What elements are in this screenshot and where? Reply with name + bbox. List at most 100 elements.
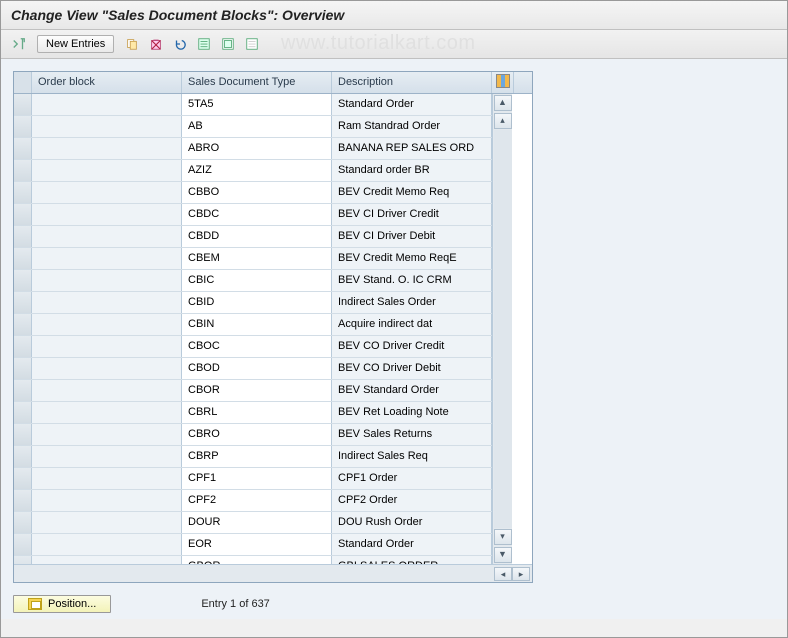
cell-doc-type[interactable]: ABRO	[182, 138, 332, 159]
row-selector[interactable]	[14, 204, 32, 225]
configure-columns-button[interactable]	[492, 72, 514, 93]
scroll-down-step-icon[interactable]: ▾	[494, 529, 512, 545]
cell-doc-type[interactable]: GBOR	[182, 556, 332, 564]
cell-description[interactable]: Indirect Sales Req	[332, 446, 492, 467]
cell-description[interactable]: Standard order BR	[332, 160, 492, 181]
row-selector[interactable]	[14, 402, 32, 423]
cell-doc-type[interactable]: CPF1	[182, 468, 332, 489]
new-entries-button[interactable]: New Entries	[37, 35, 114, 53]
cell-order-block[interactable]	[32, 94, 182, 115]
cell-description[interactable]: BEV Stand. O. IC CRM	[332, 270, 492, 291]
cell-order-block[interactable]	[32, 446, 182, 467]
row-selector[interactable]	[14, 314, 32, 335]
cell-doc-type[interactable]: CBOC	[182, 336, 332, 357]
cell-doc-type[interactable]: CPF2	[182, 490, 332, 511]
cell-description[interactable]: Ram Standrad Order	[332, 116, 492, 137]
cell-order-block[interactable]	[32, 292, 182, 313]
cell-order-block[interactable]	[32, 314, 182, 335]
row-selector[interactable]	[14, 336, 32, 357]
row-selector[interactable]	[14, 468, 32, 489]
cell-description[interactable]: CPF2 Order	[332, 490, 492, 511]
cell-description[interactable]: BEV Credit Memo Req	[332, 182, 492, 203]
row-selector[interactable]	[14, 556, 32, 564]
row-selector[interactable]	[14, 94, 32, 115]
cell-doc-type[interactable]: CBBO	[182, 182, 332, 203]
cell-doc-type[interactable]: CBIC	[182, 270, 332, 291]
cell-description[interactable]: BANANA REP SALES ORD	[332, 138, 492, 159]
cell-doc-type[interactable]: CBIN	[182, 314, 332, 335]
cell-description[interactable]: BEV Standard Order	[332, 380, 492, 401]
deselect-all-icon[interactable]	[242, 34, 262, 54]
horizontal-scrollbar[interactable]: ◂ ▸	[14, 564, 532, 582]
undo-icon[interactable]	[170, 34, 190, 54]
scroll-track[interactable]	[494, 130, 512, 528]
row-selector[interactable]	[14, 248, 32, 269]
cell-description[interactable]: DOU Rush Order	[332, 512, 492, 533]
row-selector[interactable]	[14, 292, 32, 313]
col-header-order-block[interactable]: Order block	[32, 72, 182, 93]
row-selector[interactable]	[14, 424, 32, 445]
row-selector[interactable]	[14, 512, 32, 533]
cell-doc-type[interactable]: DOUR	[182, 512, 332, 533]
cell-order-block[interactable]	[32, 204, 182, 225]
cell-order-block[interactable]	[32, 534, 182, 555]
cell-doc-type[interactable]: CBDC	[182, 204, 332, 225]
vertical-scrollbar[interactable]: ▲ ▴ ▾ ▼	[492, 94, 512, 564]
cell-description[interactable]: BEV CO Driver Debit	[332, 358, 492, 379]
cell-doc-type[interactable]: CBRO	[182, 424, 332, 445]
cell-order-block[interactable]	[32, 490, 182, 511]
cell-description[interactable]: BEV CI Driver Credit	[332, 204, 492, 225]
cell-order-block[interactable]	[32, 424, 182, 445]
cell-doc-type[interactable]: CBOD	[182, 358, 332, 379]
cell-order-block[interactable]	[32, 468, 182, 489]
select-all-header[interactable]	[14, 72, 32, 93]
row-selector[interactable]	[14, 226, 32, 247]
cell-doc-type[interactable]: AZIZ	[182, 160, 332, 181]
copy-icon[interactable]	[122, 34, 142, 54]
cell-doc-type[interactable]: CBID	[182, 292, 332, 313]
cell-order-block[interactable]	[32, 226, 182, 247]
cell-description[interactable]: BEV Credit Memo ReqE	[332, 248, 492, 269]
cell-description[interactable]: BEV Sales Returns	[332, 424, 492, 445]
cell-description[interactable]: Standard Order	[332, 534, 492, 555]
cell-description[interactable]: BEV Ret Loading Note	[332, 402, 492, 423]
row-selector[interactable]	[14, 380, 32, 401]
cell-order-block[interactable]	[32, 402, 182, 423]
cell-doc-type[interactable]: AB	[182, 116, 332, 137]
cell-description[interactable]: Indirect Sales Order	[332, 292, 492, 313]
cell-description[interactable]: BEV CO Driver Credit	[332, 336, 492, 357]
cell-description[interactable]: BEV CI Driver Debit	[332, 226, 492, 247]
cell-order-block[interactable]	[32, 138, 182, 159]
toggle-display-icon[interactable]	[9, 34, 29, 54]
cell-description[interactable]: CPF1 Order	[332, 468, 492, 489]
cell-order-block[interactable]	[32, 380, 182, 401]
scroll-up-step-icon[interactable]: ▴	[494, 113, 512, 129]
cell-order-block[interactable]	[32, 512, 182, 533]
cell-order-block[interactable]	[32, 270, 182, 291]
scroll-up-icon[interactable]: ▲	[494, 95, 512, 111]
row-selector[interactable]	[14, 138, 32, 159]
row-selector[interactable]	[14, 358, 32, 379]
cell-description[interactable]: GBI SALES ORDER	[332, 556, 492, 564]
cell-doc-type[interactable]: CBRP	[182, 446, 332, 467]
cell-order-block[interactable]	[32, 358, 182, 379]
select-all-icon[interactable]	[194, 34, 214, 54]
cell-doc-type[interactable]: CBRL	[182, 402, 332, 423]
cell-order-block[interactable]	[32, 116, 182, 137]
scroll-right-icon[interactable]: ▸	[512, 567, 530, 581]
row-selector[interactable]	[14, 534, 32, 555]
row-selector[interactable]	[14, 116, 32, 137]
cell-doc-type[interactable]: 5TA5	[182, 94, 332, 115]
cell-order-block[interactable]	[32, 160, 182, 181]
row-selector[interactable]	[14, 490, 32, 511]
cell-description[interactable]: Standard Order	[332, 94, 492, 115]
cell-order-block[interactable]	[32, 248, 182, 269]
cell-order-block[interactable]	[32, 182, 182, 203]
cell-doc-type[interactable]: CBDD	[182, 226, 332, 247]
delete-icon[interactable]	[146, 34, 166, 54]
row-selector[interactable]	[14, 160, 32, 181]
col-header-doc-type[interactable]: Sales Document Type	[182, 72, 332, 93]
col-header-description[interactable]: Description	[332, 72, 492, 93]
cell-description[interactable]: Acquire indirect dat	[332, 314, 492, 335]
scroll-left-icon[interactable]: ◂	[494, 567, 512, 581]
